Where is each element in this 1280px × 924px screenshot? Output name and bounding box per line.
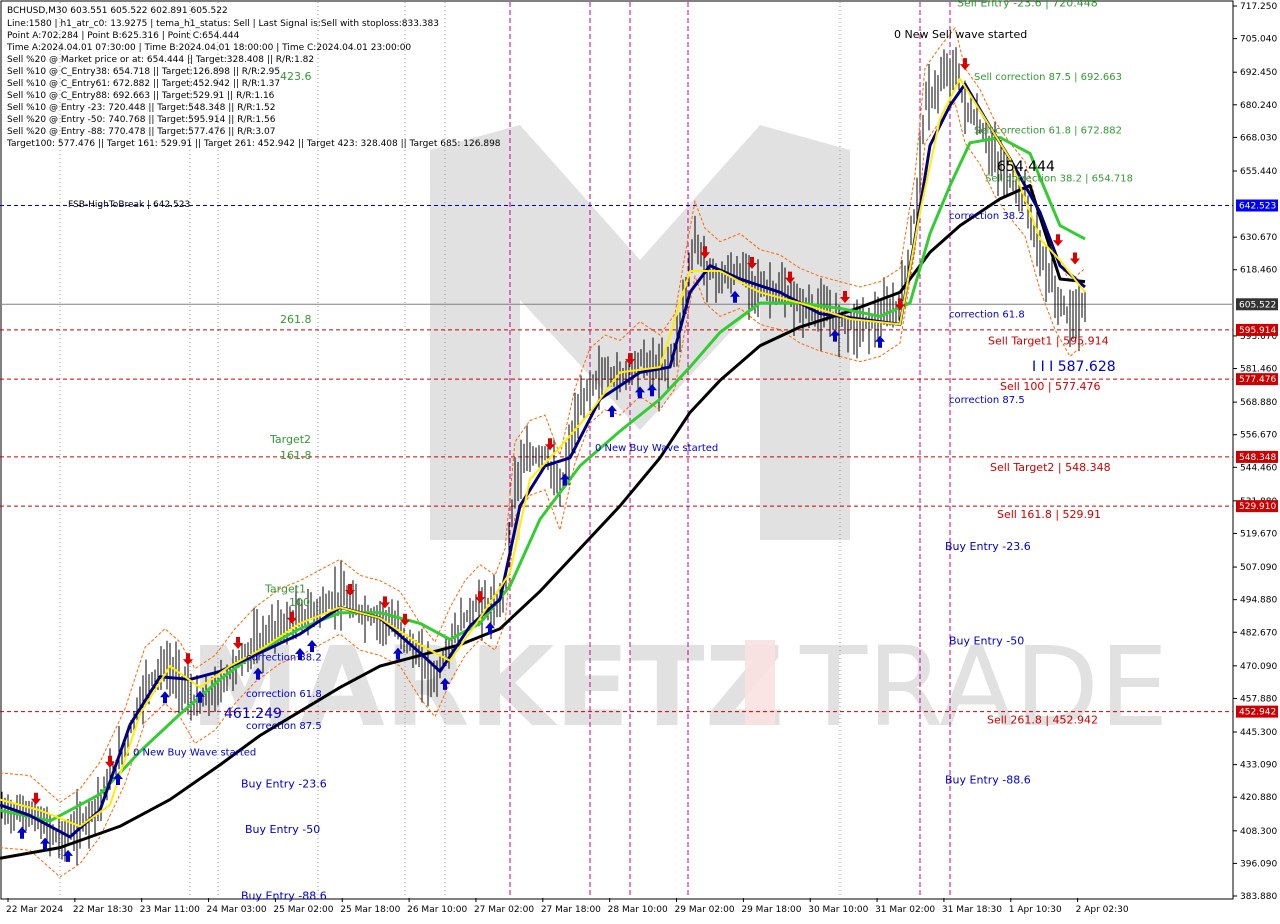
x-tick-label: 28 Mar 10:00 [608, 905, 668, 915]
x-tick-label: 30 Mar 10:00 [808, 905, 868, 915]
y-tick-label: 544.460 [1240, 463, 1277, 473]
price-tag: 642.523 [1239, 201, 1276, 211]
info-line: Sell %10 @ C_Entry38: 654.718 || Target:… [7, 67, 280, 77]
y-tick-label: 519.670 [1240, 529, 1277, 539]
chart-label: correction 87.5 [949, 395, 1025, 406]
chart-label: 0 New Sell wave started [894, 28, 1027, 41]
x-tick-label: 24 Mar 03:00 [207, 905, 267, 915]
price-tag: 605.522 [1239, 300, 1276, 310]
info-line: Sell %20 @ Entry -88: 770.478 || Target:… [7, 127, 275, 137]
chart-background [0, 0, 1280, 920]
chart-label: Target1 [264, 583, 306, 596]
chart-label: Sell Entry -23.6 | 720.448 [957, 0, 1098, 10]
y-tick-label: 655.440 [1240, 167, 1277, 177]
y-tick-label: 420.880 [1240, 793, 1277, 803]
chart-label: FSB-HighToBreak | 642.523 [68, 200, 190, 210]
chart-label: Buy Entry -23.6 [241, 778, 327, 791]
chart-label: Buy Entry -23.6 [945, 540, 1031, 553]
x-tick-label: 27 Mar 02:00 [474, 905, 534, 915]
x-tick-label: 22 Mar 2024 [6, 905, 63, 915]
x-tick-label: 22 Mar 18:30 [73, 905, 133, 915]
chart-canvas: MARKETZ TRADE FSB-HighToBreak | 642.5234… [0, 0, 1280, 920]
x-tick-label: 29 Mar 02:00 [675, 905, 735, 915]
info-line: Point A:702.284 | Point B:625.316 | Poin… [7, 31, 240, 41]
chart-label: Sell 100 | 577.476 [1000, 380, 1101, 393]
y-tick-label: 618.460 [1240, 266, 1277, 276]
y-tick-label: 396.090 [1240, 859, 1277, 869]
chart-label: Sell Target1 | 595.914 [988, 334, 1109, 347]
chart-label: 654.444 [997, 159, 1055, 175]
y-tick-label: 630.670 [1240, 233, 1277, 243]
x-tick-label: 29 Mar 18:00 [741, 905, 801, 915]
price-tag: 595.914 [1239, 326, 1276, 336]
y-tick-label: 692.450 [1240, 68, 1277, 78]
price-tag: 577.476 [1239, 375, 1276, 385]
chart-label: 261.8 [280, 313, 312, 326]
y-tick-label: 433.090 [1240, 761, 1277, 771]
x-tick-label: 31 Mar 18:30 [942, 905, 1002, 915]
y-tick-label: 470.090 [1240, 662, 1277, 672]
y-tick-label: 717.250 [1240, 2, 1277, 12]
y-tick-label: 705.040 [1240, 35, 1277, 45]
y-tick-label: 581.460 [1240, 365, 1277, 375]
y-tick-label: 383.880 [1240, 892, 1277, 902]
chart-label: Buy Entry -50 [949, 635, 1024, 648]
trading-chart: MARKETZ TRADE FSB-HighToBreak | 642.523 4… [0, 0, 1280, 920]
chart-label: correction 61.8 [949, 310, 1025, 321]
chart-label: 461.249 [224, 706, 282, 722]
info-line: Time A:2024.04.01 07:30:00 | Time B:2024… [6, 43, 411, 53]
y-tick-label: 408.300 [1240, 827, 1277, 837]
info-line: Target100: 577.476 || Target 161: 529.91… [6, 139, 501, 149]
chart-label: Sell correction 38.2 | 654.718 [985, 174, 1133, 185]
chart-label: Target2 [269, 433, 311, 446]
x-tick-label: 23 Mar 11:00 [140, 905, 200, 915]
chart-label: 0 New Buy Wave started [595, 443, 718, 454]
chart-label: correction 61.8 [246, 689, 322, 700]
watermark-bar [745, 640, 775, 725]
chart-label: Buy Entry -50 [245, 823, 320, 836]
info-line: Sell %20 @ Market price or at: 654.444 |… [7, 55, 314, 65]
chart-label: Sell 161.8 | 529.91 [997, 508, 1101, 521]
chart-label: Sell 261.8 | 452.942 [987, 713, 1098, 726]
chart-label: 100 [289, 596, 310, 609]
x-tick-label: 26 Mar 10:00 [407, 905, 467, 915]
chart-label: Buy Entry -88.6 [241, 890, 327, 903]
chart-label: Sell correction 61.8 | 672.882 [974, 125, 1122, 136]
chart-label: correction 38.2 [949, 211, 1025, 222]
y-tick-label: 507.090 [1240, 563, 1277, 573]
chart-label: 161.8 [280, 449, 312, 462]
y-tick-label: 556.670 [1240, 431, 1277, 441]
info-line: Sell %10 @ Entry -23: 720.448 || Target:… [7, 103, 275, 113]
y-tick-label: 445.300 [1240, 728, 1277, 738]
chart-label: Buy Entry -88.6 [945, 774, 1031, 787]
symbol-line: BCHUSD,M30 603.551 605.522 602.891 605.5… [7, 6, 228, 16]
y-tick-label: 482.670 [1240, 628, 1277, 638]
x-tick-label: 25 Mar 18:00 [340, 905, 400, 915]
info-line: Sell %10 @ C_Entry88: 692.663 || Target:… [7, 91, 275, 101]
chart-label: I I I 587.628 [1032, 359, 1116, 375]
y-tick-label: 568.880 [1240, 398, 1277, 408]
price-tag: 452.942 [1239, 708, 1276, 718]
price-tag: 529.910 [1239, 502, 1276, 512]
chart-label: Sell Target2 | 548.348 [990, 461, 1111, 474]
chart-label: correction 87.5 [246, 721, 322, 732]
price-axis: 717.250 705.040 692.450 680.240 668.030 655.4… [1233, 2, 1278, 902]
info-line: Sell %10 @ C_Entry61: 672.882 || Target:… [7, 79, 280, 89]
x-tick-label: 1 Apr 10:30 [1009, 905, 1062, 915]
y-tick-label: 494.880 [1240, 596, 1277, 606]
x-tick-label: 31 Mar 02:00 [875, 905, 935, 915]
chart-label: correction 38.2 [246, 653, 322, 664]
y-tick-label: 680.240 [1240, 101, 1277, 111]
y-tick-label: 457.880 [1240, 694, 1277, 704]
chart-label: 0 New Buy Wave started [133, 748, 256, 759]
info-line: Sell %20 @ Entry -50: 740.768 || Target:… [7, 115, 276, 125]
x-tick-label: 25 Mar 02:00 [273, 905, 333, 915]
y-tick-label: 668.030 [1240, 133, 1277, 143]
info-line: Line:1580 | h1_atr_c0: 13.9275 | tema_h1… [7, 19, 439, 29]
x-tick-label: 2 Apr 02:30 [1076, 905, 1129, 915]
chart-label: Sell correction 87.5 | 692.663 [974, 72, 1122, 83]
chart-label: 423.6 [280, 70, 312, 83]
x-tick-label: 27 Mar 18:00 [541, 905, 601, 915]
price-tag: 548.348 [1239, 453, 1276, 463]
